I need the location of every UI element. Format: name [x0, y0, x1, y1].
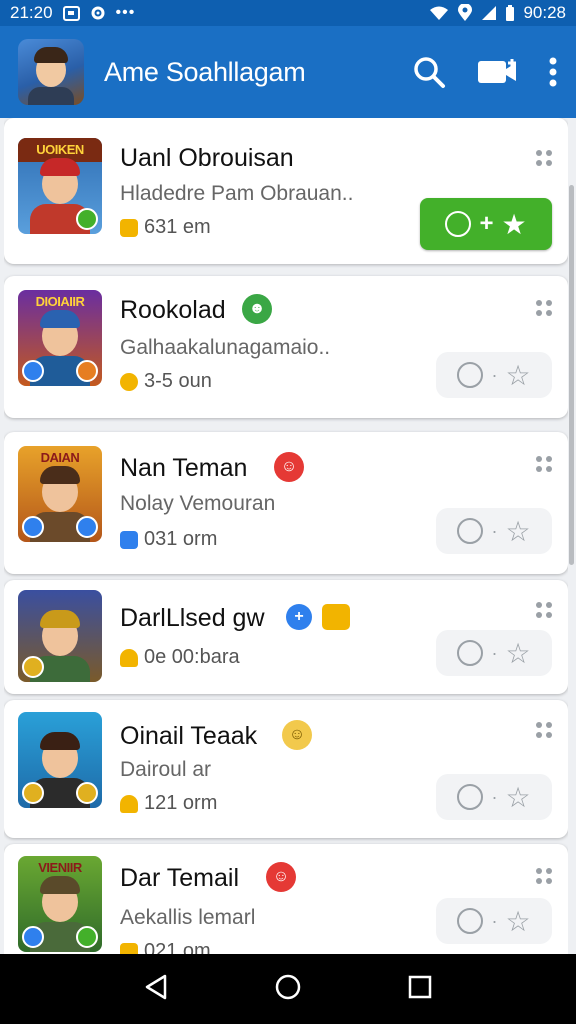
star-outline-icon: ☆	[505, 637, 531, 669]
bell-icon	[120, 648, 138, 667]
plus-icon: ·	[491, 364, 498, 385]
status-clock: 90:28	[523, 3, 566, 22]
chat-thumbnail: DAIAN	[18, 446, 102, 542]
chat-item[interactable]: DIOIAIIR Rookolad ☻ Galhaakalunagamaio..…	[4, 276, 568, 418]
app-bar: Ame Soahllagam	[0, 26, 576, 118]
favorite-button[interactable]: · ☆	[436, 774, 552, 820]
add-favorite-button[interactable]: + ★	[420, 198, 552, 250]
status-time: 21:20	[10, 3, 53, 22]
chat-name: Oinail Teaak	[120, 722, 258, 750]
chat-thumbnail: UOIKEN	[18, 138, 102, 234]
chat-thumbnail	[18, 590, 102, 682]
drag-handle-icon[interactable]	[536, 150, 552, 166]
alert-emoji-icon: ☺	[274, 452, 304, 482]
chat-name: Uanl Obrouisan	[120, 144, 294, 172]
navigation-bar	[0, 954, 576, 1024]
wifi-icon	[430, 6, 449, 20]
chat-name: Rookolad	[120, 296, 226, 324]
battery-icon	[506, 5, 515, 21]
chat-list[interactable]: UOIKEN Uanl Obrouisan Hladedre Pam Obrau…	[4, 118, 568, 954]
chat-item[interactable]: UOIKEN Uanl Obrouisan Hladedre Pam Obrau…	[4, 118, 568, 264]
chat-meta: 3-5 oun	[120, 370, 212, 393]
plus-emoji-icon: +	[286, 604, 312, 630]
star-outline-icon: ☆	[505, 781, 531, 813]
chat-name: Dar Temail	[120, 864, 240, 892]
chat-meta-text: 631 em	[144, 216, 211, 238]
chat-item[interactable]: VIENIIR Dar Temail ☺ Aekallis lemarl 021…	[4, 844, 568, 954]
chat-preview: Aekallis lemarl	[120, 906, 256, 929]
drag-handle-icon[interactable]	[536, 300, 552, 316]
favorite-button[interactable]: · ☆	[436, 898, 552, 944]
profile-avatar[interactable]	[18, 39, 84, 105]
status-bar: 21:20 ••• 90:28	[0, 0, 576, 26]
star-outline-icon: ☆	[505, 515, 531, 547]
overflow-menu-icon[interactable]	[548, 57, 558, 87]
star-icon: ★	[501, 208, 527, 240]
photo-icon	[62, 5, 80, 21]
chat-meta-text: 031 orm	[144, 528, 218, 550]
search-icon[interactable]	[412, 55, 446, 89]
recents-icon[interactable]	[407, 974, 433, 1005]
favorite-button[interactable]: · ☆	[436, 630, 552, 676]
chat-item[interactable]: DarlLlsed gw + 0e 00:bara · ☆	[4, 580, 568, 694]
chat-thumbnail	[18, 712, 102, 808]
chat-meta-text: 3-5 oun	[144, 370, 212, 392]
chat-preview: Dairoul ar	[120, 758, 212, 781]
favorite-button[interactable]: · ☆	[436, 508, 552, 554]
chat-bubble-icon	[457, 908, 484, 934]
alert-emoji-icon: ☺	[266, 862, 296, 892]
location-icon	[458, 4, 473, 21]
scrollbar[interactable]	[569, 185, 574, 565]
home-icon[interactable]	[274, 973, 302, 1006]
chat-meta: 121 orm	[120, 792, 217, 815]
favorite-button[interactable]: · ☆	[436, 352, 552, 398]
plus-icon: ·	[491, 910, 498, 931]
drag-handle-icon[interactable]	[536, 602, 552, 618]
chat-name: Nan Teman	[120, 454, 248, 482]
star-outline-icon: ☆	[505, 359, 531, 391]
new-video-icon[interactable]	[476, 57, 518, 87]
chat-bubble-icon	[457, 362, 484, 388]
app-title: Ame Soahllagam	[104, 56, 306, 87]
chat-preview: Galhaakalunagamaio..	[120, 336, 331, 359]
chat-preview: Hladedre Pam Obrauan..	[120, 182, 354, 205]
chat-meta: 631 em	[120, 216, 211, 239]
emoji-icon: ☺	[282, 720, 312, 750]
chat-bubble-icon	[457, 640, 484, 666]
chat-bubble-icon	[457, 784, 484, 810]
chat-thumbnail: DIOIAIIR	[18, 290, 102, 386]
chat-preview: Nolay Vemouran	[120, 492, 276, 515]
folder-icon	[120, 218, 138, 237]
chat-bubble-icon	[445, 211, 472, 237]
plus-icon: ·	[491, 642, 498, 663]
chat-meta-text: 021 om	[144, 940, 211, 954]
back-icon[interactable]	[143, 973, 169, 1006]
signal-icon	[482, 6, 497, 20]
settings-icon	[91, 6, 105, 20]
chat-meta: 0e 00:bara	[120, 646, 240, 669]
chat-item[interactable]: Oinail Teaak ☺ Dairoul ar 121 orm · ☆	[4, 700, 568, 838]
chat-bubble-icon	[457, 518, 484, 544]
drag-handle-icon[interactable]	[536, 456, 552, 472]
plus-icon: +	[479, 210, 494, 237]
folder-icon	[120, 942, 138, 954]
chat-thumbnail: VIENIIR	[18, 856, 102, 952]
chat-meta-text: 121 orm	[144, 792, 218, 814]
chat-meta-text: 0e 00:bara	[144, 646, 240, 668]
drag-handle-icon[interactable]	[536, 722, 552, 738]
plus-icon: ·	[491, 520, 498, 541]
more-icon: •••	[115, 4, 136, 21]
chat-meta: 021 om	[120, 940, 211, 954]
robot-emoji-icon: ☻	[242, 294, 272, 324]
drag-handle-icon[interactable]	[536, 868, 552, 884]
chat-meta: 031 orm	[120, 528, 217, 551]
star-outline-icon: ☆	[505, 905, 531, 937]
chat-name: DarlLlsed gw	[120, 604, 265, 632]
bell-icon	[120, 794, 138, 813]
plus-icon: ·	[491, 786, 498, 807]
calendar-icon	[120, 530, 138, 549]
emoji-icon	[120, 372, 138, 391]
folder-emoji-icon	[322, 604, 350, 630]
chat-item[interactable]: DAIAN Nan Teman ☺ Nolay Vemouran 031 orm…	[4, 432, 568, 574]
